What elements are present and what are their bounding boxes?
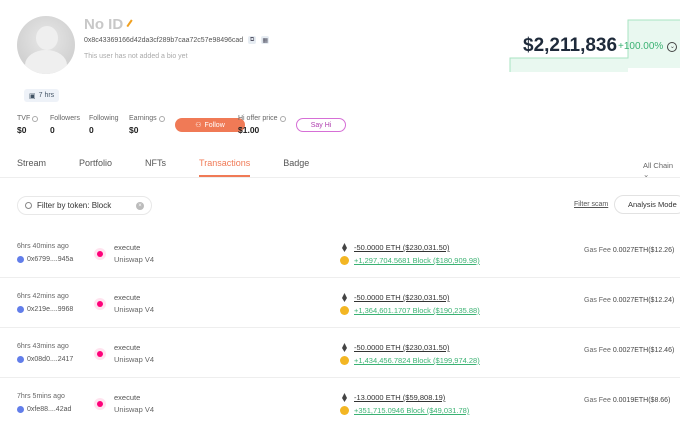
stat-following[interactable]: Following 0 (89, 115, 119, 135)
search-icon (25, 202, 32, 209)
block-token-icon (340, 306, 349, 315)
uniswap-icon (94, 298, 106, 310)
stat-tvf: TVF $0 (17, 115, 39, 135)
balance-change: +100.00% (618, 41, 664, 52)
ethereum-icon (17, 406, 24, 413)
table-row[interactable]: 6hrs 43mins ago 0x08d0....2417 execute U… (0, 343, 680, 393)
profile-name: No ID (84, 16, 124, 33)
amount-in[interactable]: +351,715.0946 Block ($49,031.78) (354, 406, 469, 415)
tx-hash[interactable]: 0xfe88....42ad (17, 406, 71, 413)
amount-out[interactable]: -13.0000 ETH ($59,808.19) (354, 393, 445, 402)
ethereum-icon (17, 256, 24, 263)
info-icon[interactable] (279, 115, 286, 122)
qr-code-icon[interactable]: ▦ (261, 36, 270, 44)
amount-in[interactable]: +1,364,601.1707 Block ($190,235.88) (354, 306, 480, 315)
eth-token-icon (340, 393, 349, 402)
gas-fee: Gas Fee 0.0027ETH($12.26) (584, 247, 675, 254)
block-token-icon (340, 256, 349, 265)
token-filter[interactable]: Filter by token: Block × (17, 196, 152, 215)
amount-out[interactable]: -50.0000 ETH ($230,031.50) (354, 343, 449, 352)
tx-protocol: Uniswap V4 (114, 405, 155, 414)
tx-hash[interactable]: 0x6799....945a (17, 256, 73, 263)
tx-time: 7hrs 5mins ago (17, 393, 65, 400)
ethereum-icon (17, 306, 24, 313)
profile-bio: This user has not added a bio yet (84, 53, 188, 60)
stat-earnings: Earnings $0 (129, 115, 165, 135)
row-divider (0, 277, 680, 278)
divider (0, 177, 680, 178)
tab-portfolio[interactable]: Portfolio (79, 158, 112, 177)
tx-time: 6hrs 43mins ago (17, 343, 69, 350)
gas-fee: Gas Fee 0.0027ETH($12.46) (584, 347, 675, 354)
eth-token-icon (340, 343, 349, 352)
calendar-icon: ▣ (29, 92, 36, 100)
block-token-icon (340, 356, 349, 365)
amount-in[interactable]: +1,297,704.5681 Block ($180,909.98) (354, 256, 480, 265)
tab-bar: Stream Portfolio NFTs Transactions Badge (17, 158, 342, 177)
age-badge: ▣ 7 hrs (24, 89, 60, 102)
say-hi-button[interactable]: Say Hi (296, 118, 346, 132)
tab-transactions[interactable]: Transactions (199, 158, 251, 177)
tx-protocol: Uniswap V4 (114, 355, 155, 364)
tx-protocol: Uniswap V4 (114, 255, 155, 264)
chevron-down-icon[interactable]: ⌄ (667, 41, 678, 52)
ethereum-icon (17, 356, 24, 363)
total-balance: $2,211,836 (523, 35, 618, 56)
tx-hash[interactable]: 0x219e....9968 (17, 306, 73, 313)
avatar (17, 16, 75, 74)
copy-icon[interactable]: ⧉ (248, 36, 257, 44)
tx-method: execute (114, 343, 141, 352)
amount-in[interactable]: +1,434,456.7824 Block ($199,974.28) (354, 356, 480, 365)
info-icon[interactable] (158, 115, 165, 122)
uniswap-icon (94, 248, 106, 260)
uniswap-icon (94, 398, 106, 410)
edit-pencil-icon[interactable] (126, 18, 138, 31)
row-divider (0, 377, 680, 378)
tx-method: execute (114, 243, 141, 252)
uniswap-icon (94, 348, 106, 360)
wallet-address: 0x8c43369166d42da3cf289b7caa72c57e98496c… (84, 36, 244, 44)
tx-method: execute (114, 293, 141, 302)
tab-stream[interactable]: Stream (17, 158, 46, 177)
gas-fee: Gas Fee 0.0027ETH($12.24) (584, 297, 675, 304)
amount-out[interactable]: -50.0000 ETH ($230,031.50) (354, 293, 449, 302)
table-row[interactable]: 7hrs 5mins ago 0xfe88....42ad execute Un… (0, 393, 680, 430)
filter-scam-link[interactable]: Filter scam (574, 201, 608, 208)
eth-token-icon (340, 293, 349, 302)
stat-hi-offer-price: Hi offer price $1.00 (238, 115, 286, 135)
user-icon: ⚇ (195, 122, 202, 129)
balance-card: $2,211,836 +100.00% ⌄ (508, 18, 680, 74)
amount-out[interactable]: -50.0000 ETH ($230,031.50) (354, 243, 449, 252)
table-row[interactable]: 6hrs 42mins ago 0x219e....9968 execute U… (0, 293, 680, 343)
gas-fee: Gas Fee 0.0019ETH($8.66) (584, 397, 671, 404)
eth-token-icon (340, 243, 349, 252)
info-icon[interactable] (32, 115, 39, 122)
tx-method: execute (114, 393, 141, 402)
follow-button[interactable]: ⚇ Follow (175, 118, 245, 132)
table-row[interactable]: 6hrs 40mins ago 0x6799....945a execute U… (0, 243, 680, 293)
tx-time: 6hrs 42mins ago (17, 293, 69, 300)
clear-icon[interactable]: × (136, 201, 144, 210)
stat-followers[interactable]: Followers 0 (50, 115, 80, 135)
tx-time: 6hrs 40mins ago (17, 243, 69, 250)
tx-hash[interactable]: 0x08d0....2417 (17, 356, 73, 363)
tab-nfts[interactable]: NFTs (145, 158, 166, 177)
row-divider (0, 327, 680, 328)
tx-protocol: Uniswap V4 (114, 305, 155, 314)
analysis-mode-button[interactable]: Analysis Mode (614, 195, 680, 214)
block-token-icon (340, 406, 349, 415)
tab-badge[interactable]: Badge (283, 158, 309, 177)
